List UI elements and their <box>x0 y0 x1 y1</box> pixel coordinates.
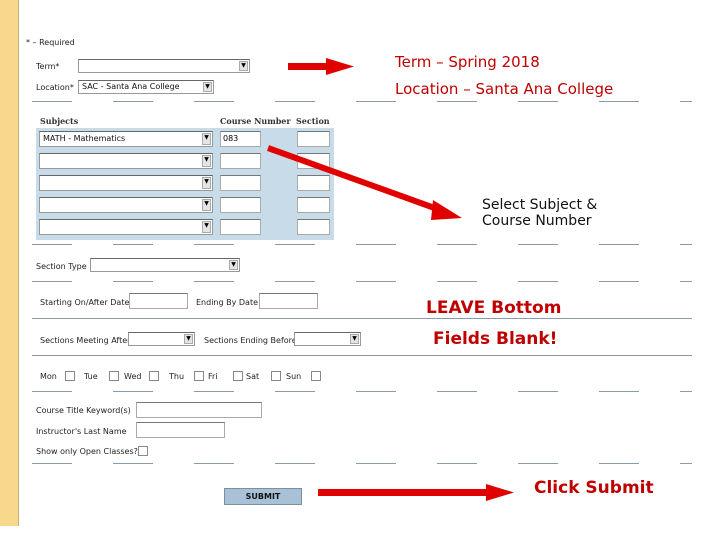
arrow-icon <box>266 145 462 220</box>
arrow-icon <box>288 58 354 75</box>
annotation-arrows <box>266 58 514 501</box>
arrow-icon <box>318 484 514 501</box>
